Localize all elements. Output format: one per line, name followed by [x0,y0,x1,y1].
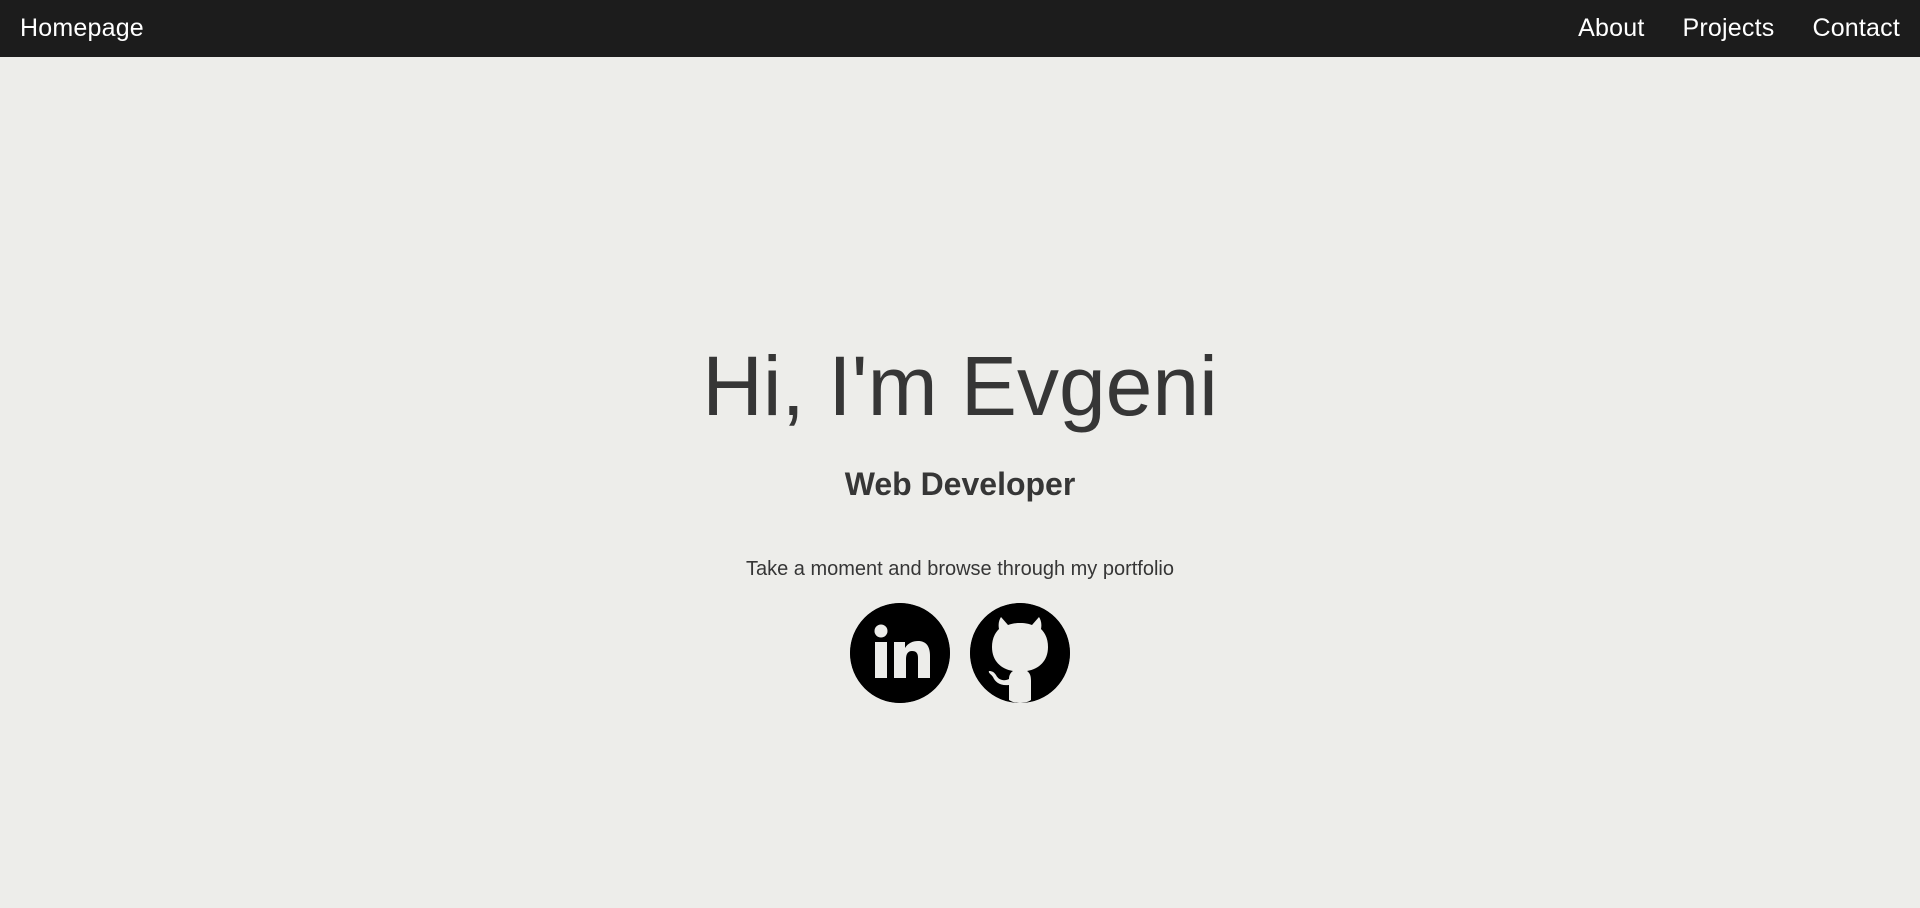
nav-link-about[interactable]: About [1578,14,1644,43]
linkedin-link[interactable] [850,603,950,703]
hero-section: Hi, I'm Evgeni Web Developer Take a mome… [0,57,1920,908]
github-icon [970,603,1070,703]
hero-title: Hi, I'm Evgeni [702,339,1218,433]
nav-link-contact[interactable]: Contact [1812,14,1900,43]
linkedin-icon [850,603,950,703]
navbar: Homepage About Projects Contact [0,0,1920,57]
homepage-link[interactable]: Homepage [20,14,144,43]
social-links [0,603,1920,703]
hero-tagline: Take a moment and browse through my port… [746,558,1174,580]
nav-links: About Projects Contact [1578,14,1900,43]
github-link[interactable] [970,603,1070,703]
hero-subtitle: Web Developer [844,466,1076,502]
nav-link-projects[interactable]: Projects [1683,14,1775,43]
